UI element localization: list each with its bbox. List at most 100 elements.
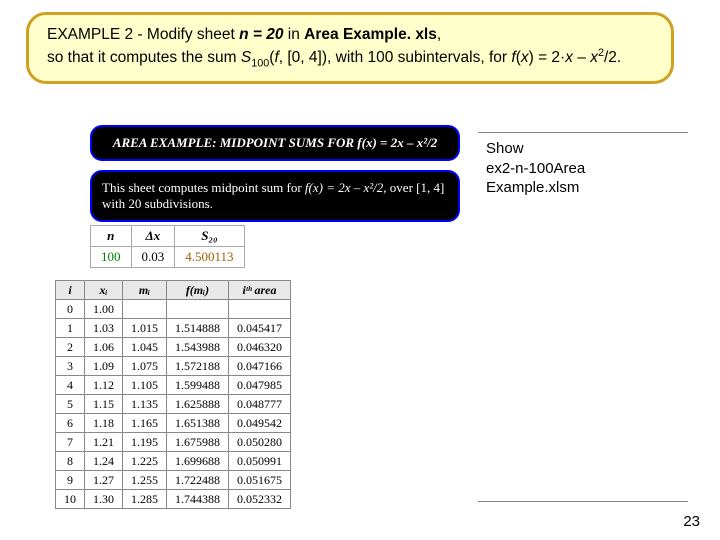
table-cell: 1.514888 bbox=[167, 319, 229, 338]
S: S bbox=[241, 49, 251, 66]
txt: /2. bbox=[604, 49, 621, 66]
table-cell: 1.599488 bbox=[167, 376, 229, 395]
table-row: 41.121.1051.5994880.047985 bbox=[56, 376, 291, 395]
table-cell: 1.18 bbox=[85, 414, 123, 433]
sub100: 100 bbox=[251, 57, 269, 69]
x2: x bbox=[565, 49, 573, 66]
side-note: Show ex2-n-100Area Example.xlsm bbox=[478, 132, 688, 502]
table-row: 21.061.0451.5439880.046320 bbox=[56, 338, 291, 357]
table-cell: 1.09 bbox=[85, 357, 123, 376]
table-cell: 1.075 bbox=[123, 357, 167, 376]
table-cell: 1.015 bbox=[123, 319, 167, 338]
table-cell: 0.051675 bbox=[229, 471, 291, 490]
page-number: 23 bbox=[683, 513, 700, 530]
table-cell: 1.165 bbox=[123, 414, 167, 433]
table-cell: 0.050280 bbox=[229, 433, 291, 452]
val-dx: 0.03 bbox=[131, 247, 175, 268]
hdr-i: i bbox=[56, 281, 85, 300]
table-cell: 10 bbox=[56, 490, 85, 509]
txt: so that it computes the sum bbox=[47, 49, 241, 66]
txt: – bbox=[573, 49, 590, 66]
table-cell: 0.047166 bbox=[229, 357, 291, 376]
table-cell: 7 bbox=[56, 433, 85, 452]
table-cell: 1.27 bbox=[85, 471, 123, 490]
table-cell: 0.046320 bbox=[229, 338, 291, 357]
table-cell: 9 bbox=[56, 471, 85, 490]
table-cell: 0.047985 bbox=[229, 376, 291, 395]
table-cell: 1.722488 bbox=[167, 471, 229, 490]
summary-data-row: 100 0.03 4.500113 bbox=[91, 247, 245, 268]
table-cell bbox=[123, 300, 167, 319]
table-cell: 5 bbox=[56, 395, 85, 414]
table-cell: 1.105 bbox=[123, 376, 167, 395]
val-n: 100 bbox=[91, 247, 132, 268]
table-cell: 2 bbox=[56, 338, 85, 357]
txt: in bbox=[283, 26, 304, 43]
table-cell: 1.24 bbox=[85, 452, 123, 471]
table-cell: 0 bbox=[56, 300, 85, 319]
table-cell: 1.572188 bbox=[167, 357, 229, 376]
example-text: EXAMPLE 2 - Modify sheet n = 20 in Area … bbox=[47, 25, 653, 71]
table-cell: 4 bbox=[56, 376, 85, 395]
ex-label: EXAMPLE 2 - Modify sheet bbox=[47, 26, 239, 43]
file-name: Area Example. xls bbox=[304, 26, 437, 43]
summary-header-row: n Δx S₂₀ bbox=[91, 226, 245, 247]
table-cell: 6 bbox=[56, 414, 85, 433]
x3: x bbox=[590, 49, 598, 66]
table-cell: 1.06 bbox=[85, 338, 123, 357]
table-cell: 0.045417 bbox=[229, 319, 291, 338]
table-cell: 1.135 bbox=[123, 395, 167, 414]
hdr-s20: S₂₀ bbox=[175, 226, 244, 247]
table-cell: 0.052332 bbox=[229, 490, 291, 509]
table-cell: 0.050991 bbox=[229, 452, 291, 471]
val-s20: 4.500113 bbox=[175, 247, 244, 268]
title-text: AREA EXAMPLE: MIDPOINT SUMS FOR f(x) = 2… bbox=[113, 135, 437, 150]
hdr-dx: Δx bbox=[131, 226, 175, 247]
table-cell: 1.285 bbox=[123, 490, 167, 509]
table-cell: 1.21 bbox=[85, 433, 123, 452]
table-cell: 1.12 bbox=[85, 376, 123, 395]
table-cell: 3 bbox=[56, 357, 85, 376]
hdr-fmi: f(mᵢ) bbox=[167, 281, 229, 300]
example-box: EXAMPLE 2 - Modify sheet n = 20 in Area … bbox=[26, 12, 674, 84]
table-cell: 1.225 bbox=[123, 452, 167, 471]
data-table: i xᵢ mᵢ f(mᵢ) iᵗʰ area 01.0011.031.0151.… bbox=[55, 280, 291, 509]
table-row: 91.271.2551.7224880.051675 bbox=[56, 471, 291, 490]
txt: , [0, 4]), with 100 subintervals, for bbox=[279, 49, 512, 66]
hdr-n: n bbox=[91, 226, 132, 247]
table-cell: 1.625888 bbox=[167, 395, 229, 414]
table-row: 51.151.1351.6258880.048777 bbox=[56, 395, 291, 414]
table-cell: 0.049542 bbox=[229, 414, 291, 433]
table-cell: 1.195 bbox=[123, 433, 167, 452]
txt: ) = 2· bbox=[529, 49, 566, 66]
title-box: AREA EXAMPLE: MIDPOINT SUMS FOR f(x) = 2… bbox=[90, 125, 460, 161]
summary-table: n Δx S₂₀ 100 0.03 4.500113 bbox=[90, 225, 245, 268]
table-cell: 1.543988 bbox=[167, 338, 229, 357]
x: x bbox=[521, 49, 529, 66]
table-cell: 0.048777 bbox=[229, 395, 291, 414]
table-row: 71.211.1951.6759880.050280 bbox=[56, 433, 291, 452]
table-row: 11.031.0151.5148880.045417 bbox=[56, 319, 291, 338]
table-row: 61.181.1651.6513880.049542 bbox=[56, 414, 291, 433]
desc-a: This sheet computes midpoint sum for bbox=[102, 180, 305, 195]
data-header-row: i xᵢ mᵢ f(mᵢ) iᵗʰ area bbox=[56, 281, 291, 300]
hdr-area: iᵗʰ area bbox=[229, 281, 291, 300]
table-row: 81.241.2251.6996880.050991 bbox=[56, 452, 291, 471]
desc-b: f(x) = 2x – x²/2 bbox=[305, 180, 383, 195]
side-line1: Show bbox=[486, 139, 680, 159]
sheet-name: n = 20 bbox=[239, 26, 283, 43]
table-cell: 1.744388 bbox=[167, 490, 229, 509]
table-cell: 8 bbox=[56, 452, 85, 471]
table-row: 101.301.2851.7443880.052332 bbox=[56, 490, 291, 509]
table-cell: 1.675988 bbox=[167, 433, 229, 452]
table-cell: 1.045 bbox=[123, 338, 167, 357]
table-cell: 1.255 bbox=[123, 471, 167, 490]
table-cell: 1.30 bbox=[85, 490, 123, 509]
table-row: 31.091.0751.5721880.047166 bbox=[56, 357, 291, 376]
table-cell: 1 bbox=[56, 319, 85, 338]
table-cell: 1.651388 bbox=[167, 414, 229, 433]
table-cell bbox=[229, 300, 291, 319]
table-cell: 1.699688 bbox=[167, 452, 229, 471]
table-cell: 1.00 bbox=[85, 300, 123, 319]
txt: , bbox=[437, 26, 441, 43]
